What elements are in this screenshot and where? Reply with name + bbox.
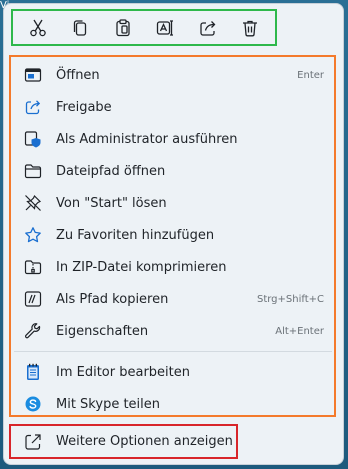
menu-item-show-more-options[interactable]: Weitere Optionen anzeigen <box>12 426 237 457</box>
menu-item-label: Mit Skype teilen <box>56 396 161 412</box>
unpin-icon <box>25 194 42 211</box>
menu-separator <box>14 351 332 352</box>
menu-item-label: Eigenschaften <box>56 323 149 339</box>
menu-item-open[interactable]: Öffnen Enter <box>14 59 332 91</box>
menu-item-shortcut: Strg+Shift+C <box>256 293 324 305</box>
cut-button[interactable] <box>22 14 54 42</box>
wrench-icon <box>25 323 41 339</box>
more-options-group: Weitere Optionen anzeigen <box>9 424 238 459</box>
open-window-icon <box>24 68 42 82</box>
menu-item-label: Öffnen <box>56 67 100 83</box>
menu-item-shortcut: Enter <box>297 69 324 81</box>
paste-button[interactable] <box>107 14 139 42</box>
delete-button[interactable] <box>234 14 266 42</box>
menu-item-label: In ZIP-Datei komprimieren <box>56 259 227 275</box>
clipboard-icon <box>116 18 130 36</box>
share-button[interactable] <box>192 14 224 42</box>
menu-items-group: Öffnen Enter Freigabe Als Administrator … <box>9 55 336 417</box>
desktop-background: Vi <box>0 0 348 469</box>
copy-button[interactable] <box>64 14 96 42</box>
menu-item-label: Freigabe <box>56 99 112 115</box>
quick-actions-bar <box>11 9 277 46</box>
more-options-icon <box>25 433 41 450</box>
menu-item-share-with-skype[interactable]: Mit Skype teilen <box>14 388 332 420</box>
menu-item-label: Zu Favoriten hinzufügen <box>56 227 215 243</box>
menu-item-share[interactable]: Freigabe <box>14 91 332 123</box>
scissors-icon <box>30 19 46 36</box>
menu-item-add-to-favorites[interactable]: Zu Favoriten hinzufügen <box>14 219 332 251</box>
menu-item-edit-in-notepad[interactable]: Im Editor bearbeiten <box>14 356 332 388</box>
menu-item-copy-as-path[interactable]: Als Pfad kopieren Strg+Shift+C <box>14 283 332 315</box>
menu-item-open-file-path[interactable]: Dateipfad öffnen <box>14 155 332 187</box>
menu-item-run-as-admin[interactable]: Als Administrator ausführen <box>14 123 332 155</box>
menu-item-unpin-from-start[interactable]: Von "Start" lösen <box>14 187 332 219</box>
menu-item-label: Dateipfad öffnen <box>56 163 166 179</box>
context-menu: Öffnen Enter Freigabe Als Administrator … <box>3 3 344 465</box>
rename-icon <box>157 19 174 36</box>
share-icon <box>25 100 41 115</box>
copy-path-icon <box>24 291 42 307</box>
notepad-icon <box>27 363 39 380</box>
menu-item-shortcut: Alt+Enter <box>275 325 324 337</box>
skype-icon <box>25 396 41 412</box>
menu-item-label: Als Administrator ausführen <box>56 131 238 147</box>
menu-item-label: Als Pfad kopieren <box>56 291 169 307</box>
rename-button[interactable] <box>149 14 181 42</box>
menu-item-label: Weitere Optionen anzeigen <box>56 434 233 449</box>
menu-item-label: Von "Start" lösen <box>56 195 167 211</box>
copy-icon <box>74 19 87 36</box>
menu-item-properties[interactable]: Eigenschaften Alt+Enter <box>14 315 332 347</box>
folder-icon <box>24 164 42 179</box>
trash-icon <box>242 20 257 36</box>
share-icon <box>199 20 215 36</box>
menu-item-label: Im Editor bearbeiten <box>56 364 190 380</box>
star-icon <box>25 227 41 243</box>
zip-folder-icon <box>24 260 42 275</box>
menu-item-compress-to-zip[interactable]: In ZIP-Datei komprimieren <box>14 251 332 283</box>
admin-shield-icon <box>24 131 41 148</box>
